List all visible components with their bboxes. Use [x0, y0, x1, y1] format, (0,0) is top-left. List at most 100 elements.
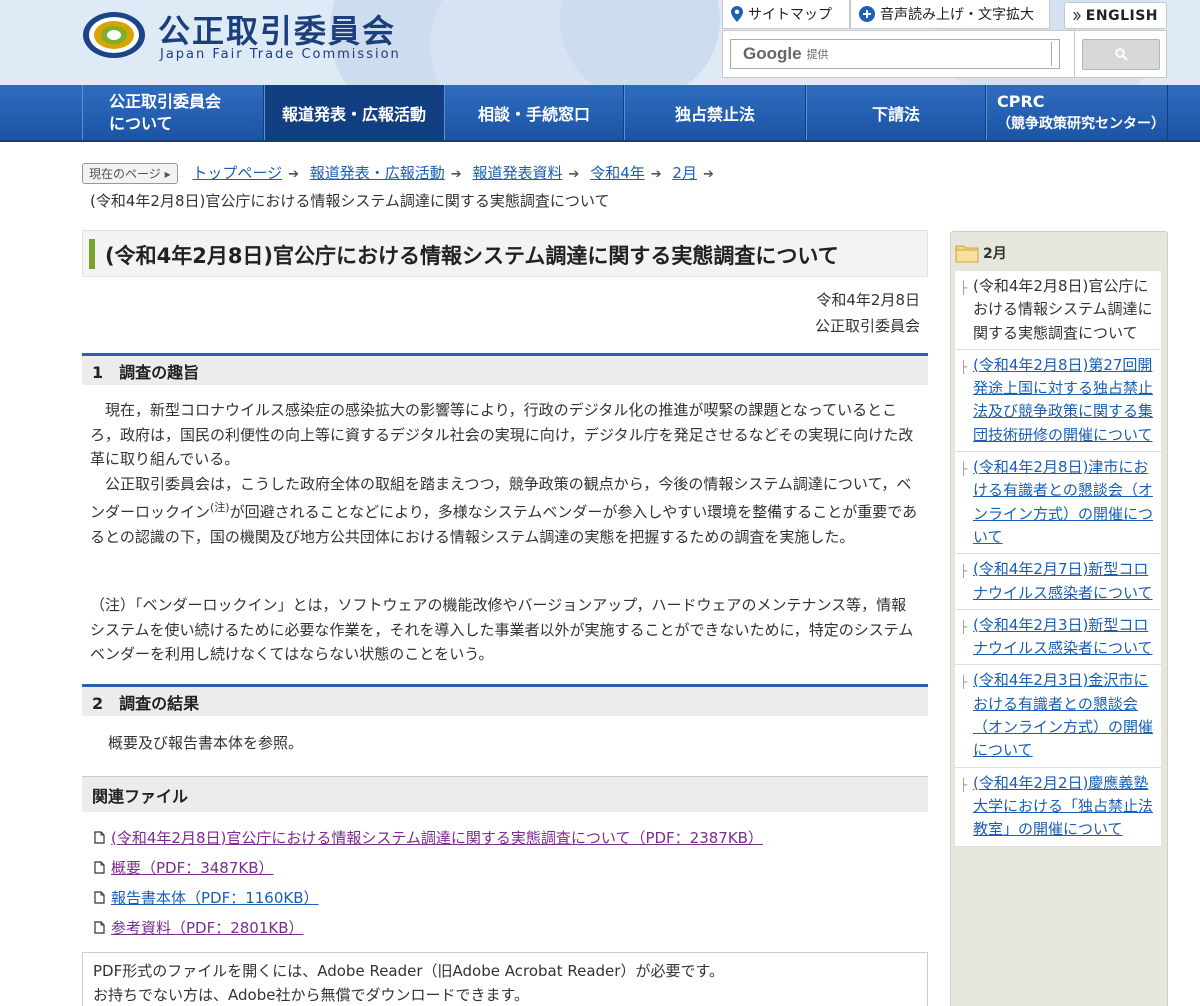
nav-subcontract[interactable]: 下請法	[806, 85, 986, 140]
voice-zoom-label: 音声読み上げ・文字拡大	[880, 7, 1034, 23]
sidebar-item-current: ├ (令和4年2月8日)官公庁における情報システム調達に関する実態調査について	[955, 271, 1161, 350]
pdf-note-line2: お持ちでない方は、Adobe社から無償でダウンロードできます。	[93, 986, 529, 1004]
nav-cprc-line1: CPRC	[997, 91, 1045, 111]
sidebar-list: ├ (令和4年2月8日)官公庁における情報システム調達に関する実態調査について ├…	[955, 271, 1161, 847]
file-item: 報告書本体（PDF：1160KB）	[94, 882, 763, 912]
nav-press-label: 報道発表・広報活動	[281, 104, 426, 124]
sidebar-item: ├ (令和4年2月7日)新型コロナウイルス感染者について	[955, 554, 1161, 610]
folder-icon	[955, 245, 979, 263]
nav-cprc[interactable]: CPRC （競争政策研究センター）	[986, 85, 1168, 140]
nav-antimonopoly[interactable]: 独占禁止法	[624, 85, 806, 140]
sidebar-item: ├ (令和4年2月3日)新型コロナウイルス感染者について	[955, 610, 1161, 666]
sidebar-link[interactable]: (令和4年2月2日)慶應義塾大学における「独占禁止法教室」の開催について	[973, 774, 1153, 839]
jftc-logo-icon[interactable]	[82, 10, 146, 60]
tree-branch-icon: ├	[960, 619, 968, 634]
site-subtitle: Japan Fair Trade Commission	[160, 47, 401, 62]
header-decor	[560, 0, 720, 85]
site-header: 公正取引委員会 Japan Fair Trade Commission サイトマ…	[0, 0, 1200, 85]
related-files-heading: 関連ファイル	[82, 776, 928, 812]
english-label: ENGLISH	[1085, 7, 1158, 24]
plus-circle-icon	[859, 6, 875, 22]
title-accent-bar	[89, 239, 95, 269]
publication-info: 令和4年2月8日 公正取引委員会	[815, 287, 920, 339]
breadcrumb-link-month[interactable]: 2月	[672, 164, 697, 182]
tree-branch-icon: ├	[960, 359, 968, 374]
sidebar-link[interactable]: (令和4年2月8日)第27回開発途上国に対する独占禁止法及び競争政策に関する集団…	[973, 356, 1153, 444]
sidebar-link[interactable]: (令和4年2月3日)新型コロナウイルス感染者について	[973, 616, 1153, 657]
file-link-main[interactable]: (令和4年2月8日)官公庁における情報システム調達に関する実態調査について（PD…	[111, 827, 763, 848]
search-button-area	[1075, 30, 1167, 78]
current-page-badge: 現在のページ ▸	[82, 163, 178, 184]
breadcrumb-current: (令和4年2月8日)官公庁における情報システム調達に関する実態調査について	[90, 192, 610, 210]
double-chevron-icon	[1073, 11, 1081, 20]
purpose-paragraph-2: 公正取引委員会は，こうした政府全体の取組を踏まえつつ，競争政策の観点から，今後の…	[90, 472, 920, 550]
sidebar-heading-label: 2月	[983, 246, 1007, 262]
tree-branch-icon: ├	[960, 281, 968, 295]
nav-about[interactable]: 公正取引委員会 について	[82, 85, 264, 140]
related-files-list: (令和4年2月8日)官公庁における情報システム調達に関する実態調査について（PD…	[94, 822, 763, 942]
search-box: Google 提供	[722, 30, 1075, 78]
search-text-field[interactable]	[831, 40, 1051, 68]
document-icon	[94, 920, 105, 934]
nav-antimonopoly-label: 独占禁止法	[674, 104, 755, 124]
section-heading-purpose: 1 調査の趣旨	[82, 353, 928, 385]
purpose-paragraph-1: 現在，新型コロナウイルス感染症の感染拡大の影響等により，行政のデジタル化の推進が…	[90, 401, 914, 468]
file-link-reference[interactable]: 参考資料（PDF：2801KB）	[111, 917, 304, 938]
sidebar-item: ├ (令和4年2月2日)慶應義塾大学における「独占禁止法教室」の開催について	[955, 768, 1161, 847]
document-icon	[94, 830, 105, 844]
tree-branch-icon: ├	[960, 462, 968, 477]
section-body-results: 概要及び報告書本体を参照。	[108, 734, 304, 752]
section-heading-results: 2 調査の結果	[82, 684, 928, 716]
sidebar-link[interactable]: (令和4年2月7日)新型コロナウイルス感染者について	[973, 560, 1153, 601]
file-link-report[interactable]: 報告書本体（PDF：1160KB）	[111, 887, 319, 908]
breadcrumb-link-year[interactable]: 令和4年	[590, 164, 645, 182]
global-nav: 公正取引委員会 について 報道発表・広報活動 相談・手続窓口 独占禁止法 下請法…	[0, 85, 1200, 142]
google-branding: Google	[743, 44, 802, 63]
sidebar-month-list: 2月 ├ (令和4年2月8日)官公庁における情報システム調達に関する実態調査につい…	[950, 231, 1168, 1006]
nav-consult[interactable]: 相談・手続窓口	[444, 85, 624, 140]
sidebar-item: ├ (令和4年2月8日)第27回開発途上国に対する独占禁止法及び競争政策に関する集…	[955, 350, 1161, 453]
breadcrumb-arrow-icon: ➔	[650, 167, 662, 182]
sitemap-link[interactable]: サイトマップ	[722, 0, 850, 29]
current-page-badge-label: 現在のページ	[89, 166, 161, 181]
nav-about-line1: 公正取引委員会	[109, 91, 222, 111]
sidebar-link[interactable]: (令和4年2月8日)津市における有識者との懇談会（オンライン方式）の開催について	[973, 458, 1153, 546]
breadcrumb-arrow-icon: ➔	[450, 167, 462, 182]
sitemap-label: サイトマップ	[748, 7, 832, 23]
breadcrumb: 現在のページ ▸ トップページ ➔ 報道発表・広報活動 ➔ 報道発表資料 ➔ 令和4年…	[82, 160, 1172, 214]
site-title[interactable]: 公正取引委員会	[158, 6, 396, 52]
sidebar-link[interactable]: (令和4年2月3日)金沢市における有識者との懇談会（オンライン方式）の開催につい…	[973, 671, 1153, 759]
nav-cprc-line2: （競争政策研究センター）	[997, 115, 1165, 132]
note-marker: (注)	[210, 501, 230, 514]
google-provided-label: 提供	[806, 48, 829, 61]
file-item: (令和4年2月8日)官公庁における情報システム調達に関する実態調査について（PD…	[94, 822, 763, 852]
nav-consult-label: 相談・手続窓口	[477, 104, 590, 124]
nav-about-line2: について	[109, 113, 173, 133]
sidebar-item-label: (令和4年2月8日)官公庁における情報システム調達に関する実態調査について	[973, 277, 1153, 342]
nav-press[interactable]: 報道発表・広報活動	[264, 85, 444, 140]
breadcrumb-arrow-icon: ➔	[568, 167, 580, 182]
file-item: 概要（PDF：3487KB）	[94, 852, 763, 882]
search-input[interactable]: Google 提供	[730, 39, 1060, 69]
tree-branch-icon: ├	[960, 564, 968, 579]
vendor-lockin-note: （注）「ベンダーロックイン」とは，ソフトウェアの機能改修やバージョンアップ，ハー…	[90, 596, 914, 663]
sidebar-item: ├ (令和4年2月3日)金沢市における有識者との懇談会（オンライン方式）の開催につ…	[955, 665, 1161, 768]
file-link-summary[interactable]: 概要（PDF：3487KB）	[111, 857, 274, 878]
map-pin-icon	[731, 6, 743, 22]
document-icon	[94, 890, 105, 904]
file-item: 参考資料（PDF：2801KB）	[94, 912, 763, 942]
pdf-note-line1: PDF形式のファイルを開くには、Adobe Reader（旧Adobe Acro…	[93, 962, 724, 980]
search-button[interactable]	[1082, 39, 1160, 70]
document-icon	[94, 860, 105, 874]
pdf-reader-note: PDF形式のファイルを開くには、Adobe Reader（旧Adobe Acro…	[82, 952, 928, 1006]
breadcrumb-link-top[interactable]: トップページ	[192, 164, 282, 182]
section-body-purpose: 現在，新型コロナウイルス感染症の感染拡大の影響等により，行政のデジタル化の推進が…	[90, 398, 920, 549]
breadcrumb-link-press[interactable]: 報道発表・広報活動	[310, 164, 445, 182]
page-title-box: (令和4年2月8日)官公庁における情報システム調達に関する実態調査について	[82, 230, 928, 277]
english-button[interactable]: ENGLISH	[1064, 2, 1167, 29]
voice-zoom-link[interactable]: 音声読み上げ・文字拡大	[850, 0, 1050, 29]
tree-branch-icon: ├	[960, 675, 968, 690]
nav-subcontract-label: 下請法	[871, 104, 920, 124]
search-divider	[1051, 42, 1052, 66]
breadcrumb-link-releases[interactable]: 報道発表資料	[472, 164, 562, 182]
